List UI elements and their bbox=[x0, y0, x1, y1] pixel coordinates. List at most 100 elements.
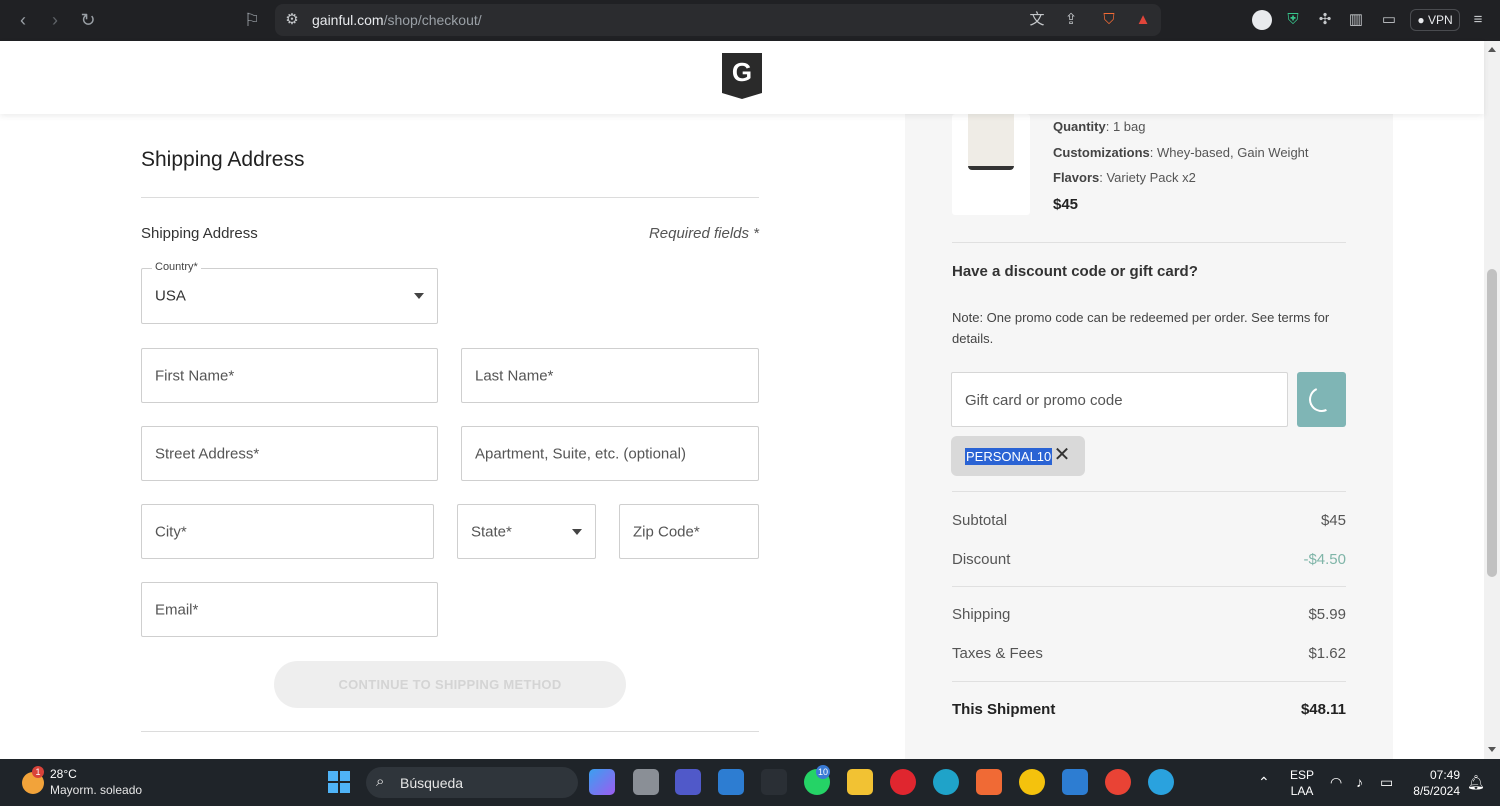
site-info-icon[interactable]: ⚙ bbox=[283, 11, 301, 29]
windows-start-icon[interactable] bbox=[328, 771, 350, 793]
volume-icon[interactable]: ♪ bbox=[1356, 774, 1363, 790]
notification-bell-icon[interactable]: 🔔︎ bbox=[1467, 774, 1485, 791]
applied-code-chip: PERSONAL10 ✕ bbox=[951, 436, 1085, 476]
file-explorer-icon[interactable] bbox=[847, 769, 873, 795]
store-icon[interactable] bbox=[718, 769, 744, 795]
gainful-logo[interactable]: G bbox=[722, 53, 762, 99]
state-placeholder: State* bbox=[471, 523, 512, 540]
page-scrollbar[interactable] bbox=[1484, 41, 1500, 759]
clock-time[interactable]: 07:49 bbox=[1408, 768, 1460, 782]
last-name-field[interactable]: Last Name* bbox=[461, 348, 759, 403]
zip-placeholder: Zip Code* bbox=[633, 523, 700, 540]
country-select[interactable]: Country* USA bbox=[141, 261, 438, 324]
continue-to-shipping-button[interactable]: CONTINUE TO SHIPPING METHOD bbox=[274, 661, 626, 708]
zip-code-field[interactable]: Zip Code* bbox=[619, 504, 759, 559]
calculator-icon[interactable] bbox=[1062, 769, 1088, 795]
opera-icon[interactable] bbox=[890, 769, 916, 795]
city-field[interactable]: City* bbox=[141, 504, 434, 559]
reload-icon[interactable]: ↻ bbox=[78, 10, 98, 30]
subtotal-label: Subtotal bbox=[952, 512, 1008, 529]
scroll-down-icon[interactable] bbox=[1488, 747, 1496, 752]
shipping-label: Shipping bbox=[952, 606, 1011, 623]
chevron-up-icon[interactable]: ⌃ bbox=[1258, 774, 1270, 791]
browser-toolbar: ‹ › ↻ ⚐ ⚙ gainful.com/shop/checkout/ 文 ⇪… bbox=[0, 0, 1500, 41]
extension-shield-icon[interactable]: ⛨ bbox=[1284, 11, 1302, 29]
discount-title: Have a discount code or gift card? bbox=[952, 263, 1198, 280]
taxes-label: Taxes & Fees bbox=[952, 645, 1043, 662]
windows-taskbar: 1 28°C Mayorm. soleado ⌕ Búsqueda 10 ⌃ E… bbox=[0, 759, 1500, 806]
shipment-total-label: This Shipment bbox=[952, 701, 1056, 718]
shipment-total-value: $48.11 bbox=[1300, 701, 1346, 718]
page-title: Shipping Address bbox=[141, 148, 305, 171]
discount-label: Discount bbox=[952, 551, 1011, 568]
sidebar-toggle-icon[interactable]: ▥ bbox=[1347, 11, 1365, 29]
translate-icon[interactable]: 文 bbox=[1028, 11, 1046, 29]
teams-icon[interactable] bbox=[675, 769, 701, 795]
search-icon: ⌕ bbox=[376, 773, 385, 790]
street-placeholder: Street Address* bbox=[155, 445, 260, 462]
country-value: USA bbox=[155, 287, 186, 305]
close-icon[interactable]: ✕ bbox=[1053, 445, 1071, 465]
first-name-placeholder: First Name* bbox=[155, 367, 235, 384]
discount-note: Note: One promo code can be redeemed per… bbox=[952, 310, 1330, 346]
weather-badge: 1 bbox=[32, 766, 44, 778]
forward-icon[interactable]: › bbox=[45, 10, 65, 30]
bookmark-icon[interactable]: ⚐ bbox=[242, 10, 262, 30]
promo-code-input[interactable]: Gift card or promo code bbox=[951, 372, 1288, 427]
app-icon[interactable] bbox=[761, 769, 787, 795]
back-icon[interactable]: ‹ bbox=[13, 10, 33, 30]
chrome-profile-icon[interactable] bbox=[1105, 769, 1131, 795]
vpn-button[interactable]: ● VPN bbox=[1410, 9, 1460, 31]
required-fields-note: Required fields * bbox=[648, 225, 759, 242]
shipping-value: $5.99 bbox=[1308, 606, 1346, 623]
scrollbar-thumb[interactable] bbox=[1487, 269, 1497, 577]
weather-temperature[interactable]: 28°C bbox=[50, 767, 77, 781]
email-placeholder: Email* bbox=[155, 601, 199, 618]
share-icon[interactable]: ⇪ bbox=[1062, 11, 1080, 29]
taskbar-search[interactable]: ⌕ Búsqueda bbox=[366, 767, 578, 798]
language-bottom[interactable]: LAA bbox=[1288, 784, 1316, 798]
product-flavors: Flavors: Variety Pack x2 bbox=[1053, 170, 1196, 185]
subtotal-value: $45 bbox=[1320, 512, 1346, 529]
site-header: G bbox=[0, 41, 1484, 114]
taxes-value: $1.62 bbox=[1308, 645, 1346, 662]
apartment-field[interactable]: Apartment, Suite, etc. (optional) bbox=[461, 426, 759, 481]
address-bar[interactable]: ⚙ gainful.com/shop/checkout/ 文 ⇪ ⛉ ▲ bbox=[275, 4, 1161, 36]
wallet-icon[interactable]: ▭ bbox=[1380, 11, 1398, 29]
language-top[interactable]: ESP bbox=[1288, 768, 1316, 782]
product-price: $45 bbox=[1053, 196, 1079, 213]
clock-date[interactable]: 8/5/2024 bbox=[1400, 784, 1460, 798]
wifi-icon[interactable]: ◠ bbox=[1330, 774, 1342, 791]
product-quantity: Quantity: 1 bag bbox=[1053, 119, 1146, 134]
url-text[interactable]: gainful.com/shop/checkout/ bbox=[312, 12, 482, 28]
chrome-icon[interactable] bbox=[1019, 769, 1045, 795]
brave-rewards-icon[interactable]: ▲ bbox=[1134, 11, 1152, 29]
search-label: Búsqueda bbox=[400, 775, 464, 791]
chevron-down-icon bbox=[414, 293, 424, 299]
divider bbox=[952, 242, 1346, 243]
product-bag-image bbox=[968, 114, 1014, 170]
task-view-icon[interactable] bbox=[633, 769, 659, 795]
brave-icon[interactable] bbox=[976, 769, 1002, 795]
loading-spinner-icon bbox=[1305, 383, 1338, 416]
state-select[interactable]: State* bbox=[457, 504, 596, 559]
last-name-placeholder: Last Name* bbox=[475, 367, 554, 384]
section-title: Shipping Address bbox=[141, 225, 258, 242]
first-name-field[interactable]: First Name* bbox=[141, 348, 438, 403]
battery-icon[interactable]: ▭ bbox=[1380, 774, 1393, 791]
apply-promo-button[interactable] bbox=[1297, 372, 1346, 427]
extensions-puzzle-icon[interactable]: ✣ bbox=[1316, 11, 1334, 29]
copilot-icon[interactable] bbox=[589, 769, 615, 795]
brave-shields-icon[interactable]: ⛉ bbox=[1100, 11, 1118, 29]
edge-icon[interactable] bbox=[933, 769, 959, 795]
street-address-field[interactable]: Street Address* bbox=[141, 426, 438, 481]
profile-avatar-icon[interactable] bbox=[1252, 10, 1272, 30]
product-image bbox=[952, 114, 1030, 215]
country-label: Country* bbox=[152, 261, 201, 273]
email-field[interactable]: Email* bbox=[141, 582, 438, 637]
weather-description[interactable]: Mayorm. soleado bbox=[50, 783, 142, 797]
applied-code: PERSONAL10 bbox=[965, 448, 1053, 465]
scroll-up-icon[interactable] bbox=[1488, 47, 1496, 52]
telegram-icon[interactable] bbox=[1148, 769, 1174, 795]
menu-icon[interactable]: ≡ bbox=[1469, 11, 1487, 29]
